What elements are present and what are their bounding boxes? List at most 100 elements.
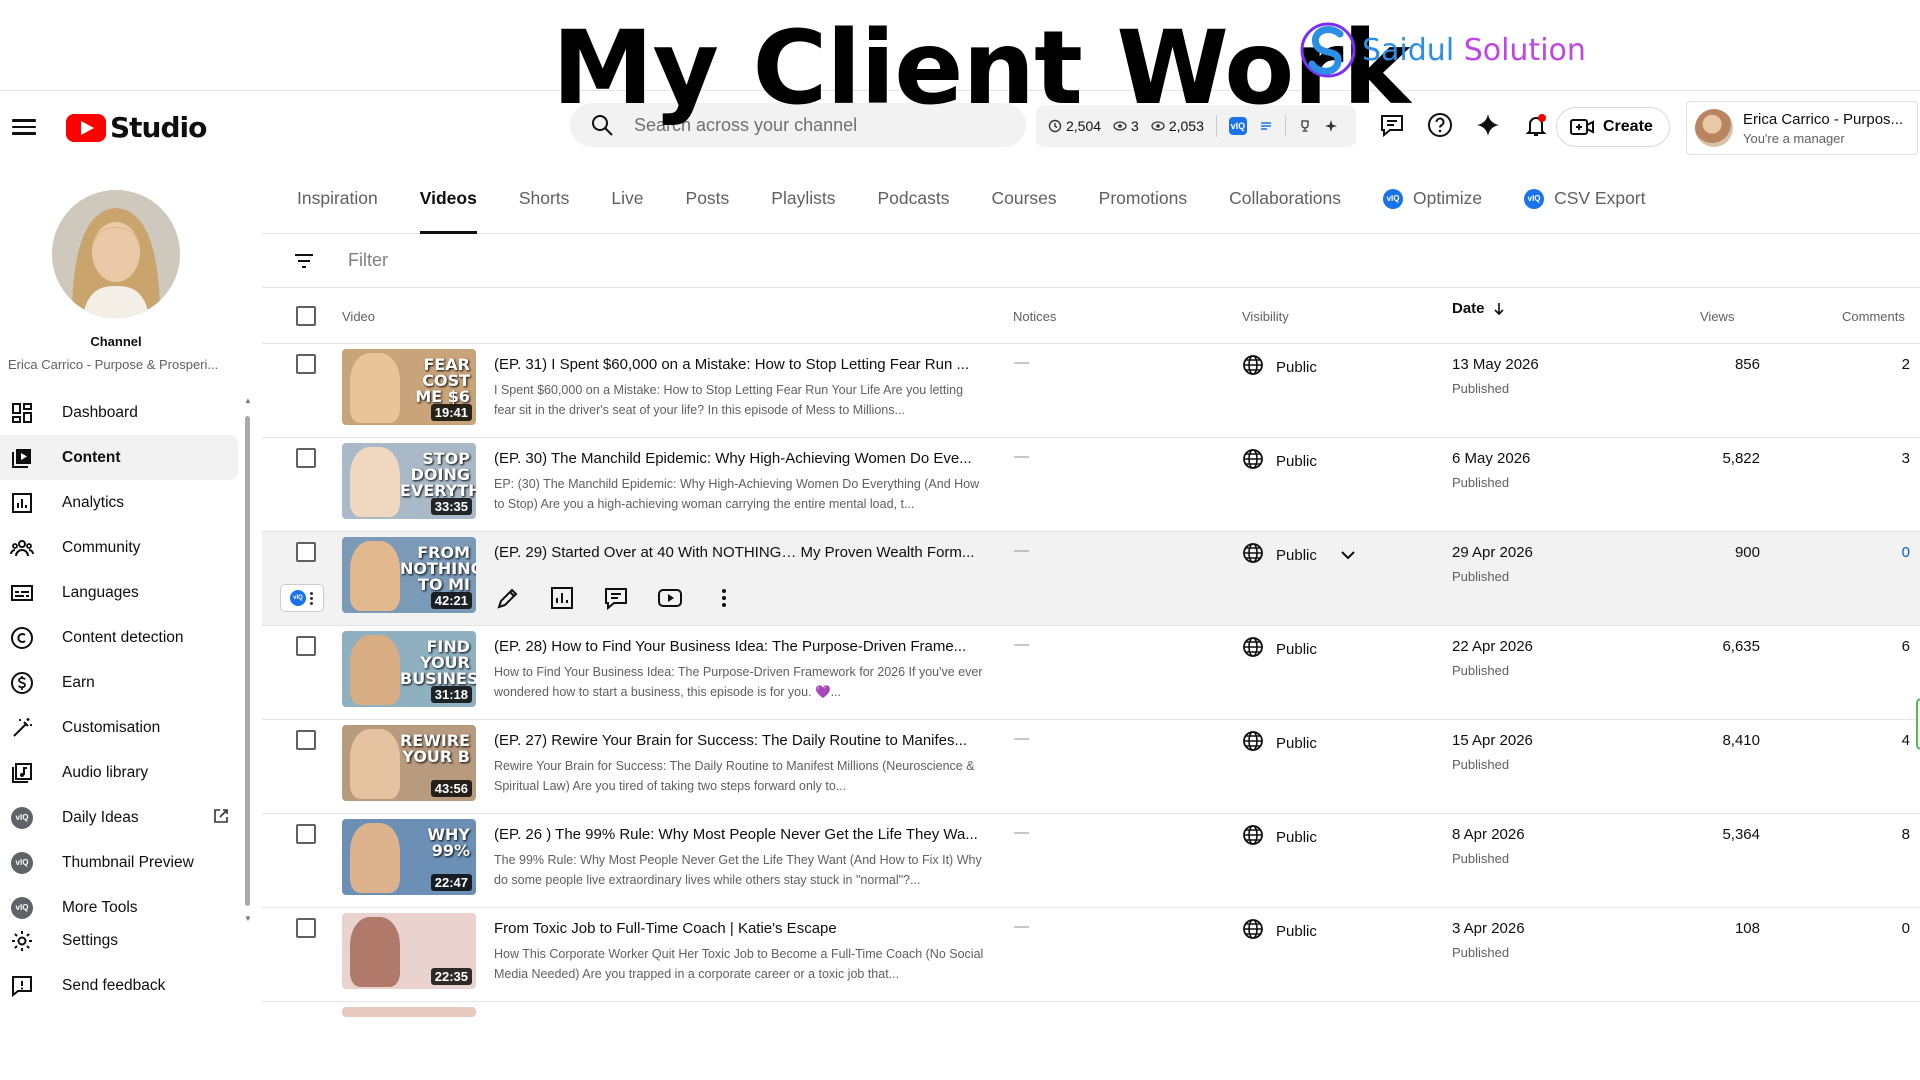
tab-inspiration[interactable]: Inspiration <box>297 164 378 234</box>
table-row[interactable]: FROM NOTHING TO MI 42:21 (EP. 29) Started … <box>262 532 1920 626</box>
tab-posts[interactable]: Posts <box>686 164 730 234</box>
row-checkbox[interactable] <box>296 824 316 844</box>
sidebar-item-content[interactable]: Content <box>0 435 238 480</box>
table-row[interactable]: STOP DOING EVERYTHING33:35 (EP. 30) The M… <box>262 438 1920 532</box>
video-title[interactable]: (EP. 30) The Manchild Epidemic: Why High… <box>494 450 984 467</box>
notifications-icon[interactable] <box>1522 111 1550 139</box>
status-value: Published <box>1452 851 1510 866</box>
create-button[interactable]: Create <box>1556 107 1670 147</box>
sidebar-item-settings[interactable]: Settings <box>0 918 238 963</box>
channel-avatar[interactable] <box>52 190 180 318</box>
chevron-down-icon[interactable] <box>1337 544 1359 566</box>
sidebar-item-earn[interactable]: Earn <box>0 660 238 705</box>
row-checkbox[interactable] <box>296 636 316 656</box>
tab-shorts[interactable]: Shorts <box>519 164 570 234</box>
table-row[interactable]: FEAR COST ME $6 19:41 (EP. 31) I Spent $60… <box>262 344 1920 438</box>
select-all-checkbox[interactable] <box>296 306 316 326</box>
table-row[interactable]: 22:35 From Toxic Job to Full-Time Coach |… <box>262 908 1920 1002</box>
row-checkbox[interactable] <box>296 448 316 468</box>
video-thumbnail[interactable] <box>342 1007 476 1017</box>
tab-courses[interactable]: Courses <box>991 164 1056 234</box>
help-icon[interactable] <box>1426 111 1454 139</box>
video-description: How to Find Your Business Idea: The Purp… <box>494 665 983 699</box>
notice-value: — <box>1014 354 1029 371</box>
channel-name: Erica Carrico - Purpose & Prosperi... <box>8 357 219 372</box>
video-thumbnail[interactable]: FIND YOUR BUSINESS31:18 <box>342 631 476 707</box>
sidebar-item-customisation[interactable]: Customisation <box>0 705 238 750</box>
col-views: Views <box>1700 309 1735 324</box>
visibility-cell[interactable]: Public <box>1242 918 1317 944</box>
sidebar-nav: Dashboard Content Analytics Community Langua… <box>0 390 238 1008</box>
video-title[interactable]: (EP. 26 ) The 99% Rule: Why Most People … <box>494 826 984 843</box>
date-value: 29 Apr 2026 <box>1452 544 1533 561</box>
filter-input[interactable] <box>348 250 748 271</box>
filter-icon[interactable] <box>292 249 316 273</box>
video-description: How This Corporate Worker Quit Her Toxic… <box>494 947 984 981</box>
vidiq-row-menu[interactable]: vIQ <box>280 584 324 612</box>
vidiq-icon: vIQ <box>10 851 34 875</box>
sidebar-item-daily-ideas[interactable]: vIQ Daily Ideas <box>0 795 238 840</box>
more-options-icon[interactable] <box>710 584 738 612</box>
visibility-cell[interactable]: Public <box>1242 824 1317 850</box>
visibility-cell[interactable]: Public <box>1242 636 1317 662</box>
tab-live[interactable]: Live <box>611 164 643 234</box>
video-thumbnail[interactable]: FROM NOTHING TO MI 42:21 <box>342 537 476 613</box>
row-checkbox[interactable] <box>296 542 316 562</box>
tab-collaborations[interactable]: Collaborations <box>1229 164 1341 234</box>
open-external-icon[interactable] <box>212 807 230 825</box>
table-row[interactable]: REWIRE YOUR B 43:56 (EP. 27) Rewire Your B… <box>262 720 1920 814</box>
visibility-cell[interactable]: Public <box>1242 354 1317 380</box>
sidebar-item-thumbnail-preview[interactable]: vIQ Thumbnail Preview <box>0 840 238 885</box>
video-table: FEAR COST ME $6 19:41 (EP. 31) I Spent $60… <box>262 344 1920 1017</box>
video-title[interactable]: (EP. 28) How to Find Your Business Idea:… <box>494 638 984 655</box>
arrow-down-icon <box>1493 302 1504 315</box>
tab-csv-export[interactable]: vIQ CSV Export <box>1524 164 1646 234</box>
edit-pencil-icon[interactable] <box>494 584 522 612</box>
sidebar-item-dashboard[interactable]: Dashboard <box>0 390 238 435</box>
sidebar-item-community[interactable]: Community <box>0 525 238 570</box>
comments-value: 0 <box>1901 920 1910 937</box>
sidebar-item-send-feedback[interactable]: Send feedback <box>0 963 238 1008</box>
row-checkbox[interactable] <box>296 918 316 938</box>
visibility-cell[interactable]: Public <box>1242 448 1317 474</box>
tab-podcasts[interactable]: Podcasts <box>877 164 949 234</box>
sidebar-scrollbar[interactable]: ▲ ▼ <box>242 396 252 924</box>
youtube-studio-logo[interactable]: Studio <box>66 111 207 144</box>
visibility-cell[interactable]: Public <box>1242 730 1317 756</box>
video-thumbnail[interactable]: WHY 99% 22:47 <box>342 819 476 895</box>
video-thumbnail[interactable]: FEAR COST ME $6 19:41 <box>342 349 476 425</box>
sidebar-item-languages[interactable]: Languages <box>0 570 238 615</box>
video-title[interactable]: (EP. 29) Started Over at 40 With NOTHING… <box>494 544 984 561</box>
tab-promotions[interactable]: Promotions <box>1099 164 1188 234</box>
tab-videos[interactable]: Videos <box>419 164 477 234</box>
sidebar-item-analytics[interactable]: Analytics <box>0 480 238 525</box>
col-date[interactable]: Date <box>1452 300 1505 317</box>
gemini-sparkle-icon[interactable] <box>1474 111 1502 139</box>
video-title[interactable]: From Toxic Job to Full-Time Coach | Kati… <box>494 920 984 937</box>
video-thumbnail[interactable]: STOP DOING EVERYTHING33:35 <box>342 443 476 519</box>
analytics-icon[interactable] <box>548 584 576 612</box>
row-checkbox[interactable] <box>296 730 316 750</box>
video-thumbnail[interactable]: REWIRE YOUR B 43:56 <box>342 725 476 801</box>
account-switcher[interactable]: Erica Carrico - Purpos... You're a manag… <box>1686 101 1918 155</box>
table-row[interactable]: FIND YOUR BUSINESS31:18 (EP. 28) How to F… <box>262 626 1920 750</box>
views-value: 108 <box>1734 920 1760 937</box>
sidebar-item-content-detection[interactable]: Content detection <box>0 615 238 660</box>
tab-optimize[interactable]: vIQ Optimize <box>1383 164 1482 234</box>
sidebar-item-audio-library[interactable]: Audio library <box>0 750 238 795</box>
visibility-cell[interactable]: Public <box>1242 542 1359 568</box>
visibility-value: Public <box>1276 640 1317 658</box>
video-title[interactable]: (EP. 31) I Spent $60,000 on a Mistake: H… <box>494 356 984 373</box>
comments-value[interactable]: 0 <box>1902 544 1910 561</box>
table-row[interactable] <box>262 1002 1920 1017</box>
video-duration: 43:56 <box>430 780 472 797</box>
video-thumbnail[interactable]: 22:35 <box>342 913 476 989</box>
row-checkbox[interactable] <box>296 354 316 374</box>
video-title[interactable]: (EP. 27) Rewire Your Brain for Success: … <box>494 732 984 749</box>
table-row[interactable]: WHY 99% 22:47 (EP. 26 ) The 99% Rule: Why … <box>262 814 1920 908</box>
video-duration: 22:35 <box>430 968 472 985</box>
tab-playlists[interactable]: Playlists <box>771 164 835 234</box>
youtube-play-icon[interactable] <box>656 584 684 612</box>
menu-icon[interactable] <box>12 115 36 139</box>
comments-icon[interactable] <box>602 584 630 612</box>
